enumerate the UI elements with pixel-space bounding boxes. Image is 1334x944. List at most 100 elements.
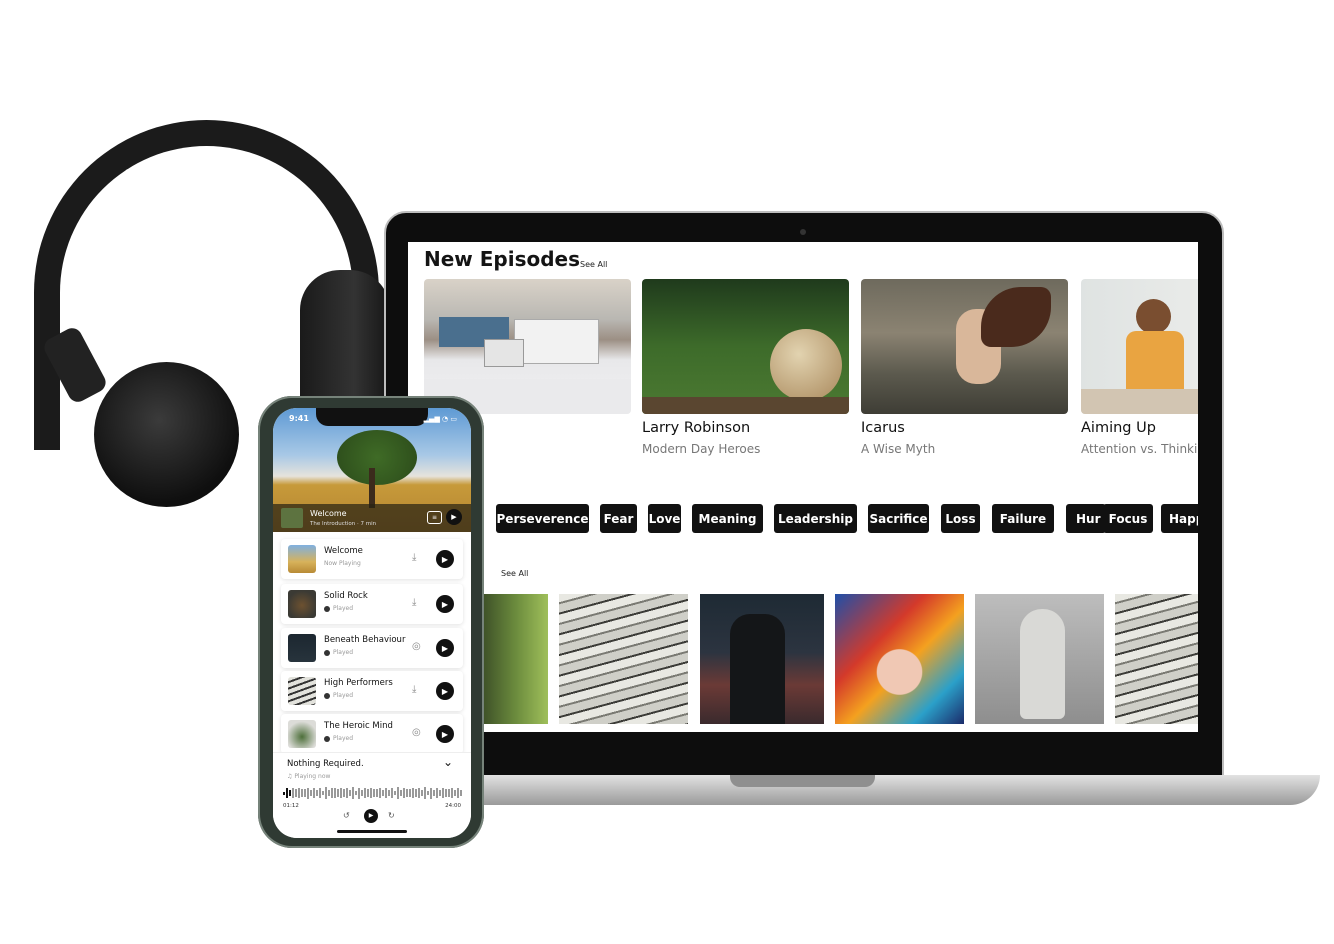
chip-sacrifice[interactable]: Sacrifice (868, 504, 929, 533)
waveform-bar (301, 789, 303, 797)
forward-icon[interactable]: ↻ (388, 811, 395, 820)
waveform-bar (433, 789, 435, 797)
topic-tile-wolf[interactable] (700, 594, 824, 724)
waveform-bar (427, 791, 429, 795)
episode-subtitle: Attention vs. Thinkir (1081, 442, 1198, 456)
headphones-icon: ♫ (287, 773, 293, 780)
check-circle-icon[interactable]: ◎ (412, 641, 421, 652)
episode-list-status: Played (324, 735, 353, 742)
topic-tile-newspapers[interactable] (559, 594, 688, 724)
waveform-bar (391, 788, 393, 798)
episode-subtitle: Modern Day Heroes (642, 442, 761, 456)
episode-thumb (288, 590, 316, 618)
episode-list-status: Played (324, 605, 353, 612)
chip-failure[interactable]: Failure (992, 504, 1054, 533)
play-icon[interactable]: ▶ (364, 809, 378, 823)
episode-list-item[interactable]: The Heroic Mind Played ◎ ▶ (281, 714, 463, 754)
episode-list-item[interactable]: Solid Rock Played ⤓ ▶ (281, 584, 463, 624)
transcript-icon[interactable]: ≡ (427, 511, 442, 524)
waveform-bar (376, 788, 378, 798)
play-icon[interactable]: ▶ (436, 595, 454, 613)
chip-meaning[interactable]: Meaning (692, 504, 763, 533)
topic-chips: Perseverence Fear Love Meaning Leadershi… (408, 504, 1198, 534)
waveform-bar (406, 788, 408, 798)
waveform-bar (310, 790, 312, 796)
play-icon[interactable]: ▶ (436, 639, 454, 657)
topic-tile-forest[interactable] (483, 594, 548, 724)
waveform-bar (373, 789, 375, 797)
chip-happ[interactable]: Happ (1161, 504, 1198, 533)
download-icon[interactable]: ⤓ (412, 597, 416, 608)
waveform-bar (283, 791, 285, 795)
waveform-bar (295, 789, 297, 797)
waveform-bar (316, 790, 318, 797)
chip-focus[interactable]: Focus (1103, 504, 1153, 533)
rewind-icon[interactable]: ↺ (343, 811, 350, 820)
waveform-bar (370, 787, 372, 799)
chip-loss[interactable]: Loss (941, 504, 980, 533)
laptop-camera (800, 229, 806, 235)
chip-leadership[interactable]: Leadership (774, 504, 857, 533)
episode-list-title: The Heroic Mind (324, 721, 393, 731)
episode-card[interactable]: Icarus A Wise Myth (861, 279, 1068, 456)
chip-perseverence[interactable]: Perseverence (496, 504, 589, 533)
waveform-scrubber[interactable] (283, 787, 462, 799)
phone-time: 9:41 (289, 414, 309, 423)
chip-hur[interactable]: Hur (1066, 504, 1106, 533)
waveform-bar (298, 787, 300, 799)
now-playing-banner[interactable]: Welcome The Introduction · 7 min ≡ ▶ (273, 504, 471, 532)
episode-list-item[interactable]: Welcome Now Playing ⤓ ▶ (281, 539, 463, 579)
topic-tile-newspapers-2[interactable] (1115, 594, 1198, 724)
chip-fear[interactable]: Fear (600, 504, 637, 533)
chip-love[interactable]: Love (648, 504, 681, 533)
scene: New Episodes See All Hertz re Larry Robi… (0, 0, 1334, 944)
waveform-bar (460, 789, 462, 797)
episode-list-item[interactable]: Beneath Behaviour Played ◎ ▶ (281, 628, 463, 668)
see-all-link-episodes[interactable]: See All (580, 260, 607, 269)
play-icon[interactable]: ▶ (436, 725, 454, 743)
chevron-down-icon[interactable]: ⌄ (443, 755, 453, 769)
play-icon[interactable]: ▶ (446, 509, 462, 525)
download-icon[interactable]: ⤓ (412, 552, 416, 563)
download-icon[interactable]: ⤓ (412, 684, 416, 695)
signal-wifi-battery-icon: ▂▄▆ ◔ ▭ (423, 415, 457, 423)
waveform-bar (403, 787, 405, 799)
waveform-bar (451, 787, 453, 799)
topic-tile-graffiti[interactable] (835, 594, 964, 724)
play-icon[interactable]: ▶ (436, 682, 454, 700)
waveform-bar (415, 788, 417, 798)
phone-notch (316, 408, 428, 426)
banner-title: Welcome (310, 509, 347, 518)
waveform-bar (334, 788, 336, 798)
waveform-bar (352, 787, 354, 799)
laptop-notch (730, 775, 875, 787)
waveform-bar (439, 789, 441, 797)
waveform-bar (445, 789, 447, 797)
waveform-bar (379, 787, 381, 799)
waveform-bar (400, 790, 402, 796)
episode-image (861, 279, 1068, 414)
total-time: 24:00 (445, 803, 461, 809)
episode-thumb (288, 677, 316, 705)
episode-card[interactable]: Larry Robinson Modern Day Heroes (642, 279, 849, 456)
check-icon (324, 692, 330, 699)
episode-list-item[interactable]: High Performers Played ⤓ ▶ (281, 671, 463, 711)
play-icon[interactable]: ▶ (436, 550, 454, 568)
waveform-bar (328, 790, 330, 796)
episode-subtitle: A Wise Myth (861, 442, 936, 456)
new-episodes-heading: New Episodes (424, 247, 581, 271)
check-circle-icon[interactable]: ◎ (412, 727, 421, 738)
banner-subtitle: The Introduction · 7 min (310, 521, 377, 527)
headphones-left-cup (94, 362, 239, 507)
episode-title: Aiming Up (1081, 420, 1156, 436)
topic-tile-statue[interactable] (975, 594, 1104, 724)
see-all-link-topics[interactable]: See All (501, 569, 528, 578)
waveform-bar (358, 787, 360, 799)
waveform-bar (304, 788, 306, 798)
episode-card[interactable]: Aiming Up Attention vs. Thinkir (1081, 279, 1198, 456)
waveform-bar (409, 788, 411, 798)
waveform-bar (394, 790, 396, 796)
episode-list-status: Now Playing (324, 560, 361, 567)
episode-image (1081, 279, 1198, 414)
waveform-bar (454, 789, 456, 797)
